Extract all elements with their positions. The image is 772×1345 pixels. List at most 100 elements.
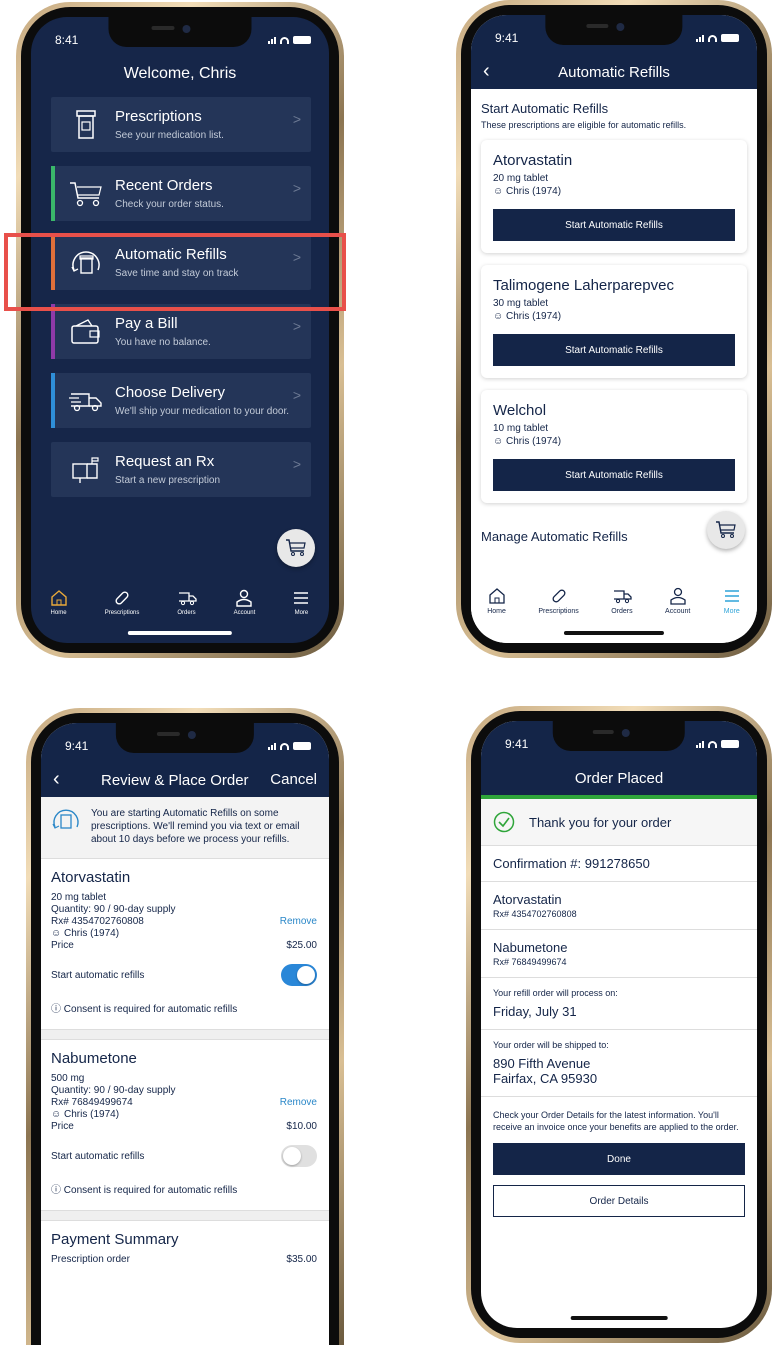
tab-prescriptions[interactable]: Prescriptions: [538, 587, 579, 615]
pill-icon: [552, 589, 566, 603]
page-title: Order Placed: [574, 769, 664, 787]
cart-button[interactable]: [277, 529, 315, 567]
drug-dose: 20 mg tablet: [51, 892, 107, 903]
start-refills-button[interactable]: Start Automatic Refills: [493, 459, 735, 491]
order-item: Nabumetone Rx# 76849499674: [481, 930, 757, 978]
menu-prescriptions[interactable]: Prescriptions See your medication list. >: [51, 97, 311, 152]
tab-prescriptions[interactable]: Prescriptions: [104, 589, 140, 616]
tab-more[interactable]: More: [292, 589, 310, 616]
back-chevron-icon[interactable]: ‹: [483, 60, 490, 83]
patient-name: Chris (1974): [64, 1109, 120, 1120]
menu-subtitle: See your medication list.: [115, 130, 224, 141]
drug-quantity: Quantity: 90 / 90-day supply: [51, 1085, 176, 1096]
menu-title: Prescriptions: [115, 108, 202, 125]
confirmation-row: Confirmation #: 991278650: [481, 846, 757, 882]
drug-dose: 30 mg tablet: [493, 298, 549, 309]
info-row: Check your Order Details for the latest …: [481, 1097, 757, 1143]
remove-link[interactable]: Remove: [280, 1097, 317, 1109]
remove-link[interactable]: Remove: [280, 916, 317, 928]
status-time: 9:41: [495, 31, 519, 45]
patient-name: Chris (1974): [506, 311, 562, 322]
person-icon: ☺: [493, 311, 506, 322]
ship-address-line2: Fairfax, CA 95930: [493, 1071, 598, 1086]
status-icons: [268, 36, 311, 44]
patient-row: ☺ Chris (1974): [493, 186, 735, 197]
tab-orders[interactable]: Orders: [611, 587, 633, 615]
drug-name: Nabumetone: [51, 1050, 137, 1067]
consent-text: Consent is required for automatic refill…: [63, 1004, 238, 1015]
start-refills-button[interactable]: Start Automatic Refills: [493, 209, 735, 241]
done-button[interactable]: Done: [493, 1143, 745, 1175]
menu-choose-delivery[interactable]: Choose Delivery We'll ship your medicatio…: [51, 373, 311, 428]
drug-name: Welchol: [493, 402, 547, 419]
drug-dose: 20 mg tablet: [493, 173, 549, 184]
price-value: $10.00: [286, 1121, 317, 1132]
tab-label: Account: [233, 610, 256, 616]
notch: [552, 721, 686, 751]
order-details-button[interactable]: Order Details: [493, 1185, 745, 1217]
cart-icon: [67, 177, 105, 211]
payment-title: Payment Summary: [51, 1231, 179, 1248]
welcome-screen: 8:41 Welcome, Chris Prescriptions See you…: [31, 17, 329, 643]
menu-recent-orders[interactable]: Recent Orders Check your order status. >: [51, 166, 311, 221]
tab-label: Prescriptions: [538, 608, 579, 615]
divider: [41, 1211, 329, 1221]
cart-icon: [716, 521, 736, 538]
order-item: Atorvastatin 20 mg tablet Quantity: 90 /…: [41, 859, 329, 1030]
start-refills-button[interactable]: Start Automatic Refills: [493, 334, 735, 366]
price-row: Price $10.00: [51, 1121, 317, 1133]
back-chevron-icon[interactable]: ‹: [53, 768, 60, 791]
review-order-screen: 9:41 ‹ Review & Place Order Cancel You a…: [41, 723, 329, 1345]
drug-dose: 10 mg tablet: [493, 423, 549, 434]
person-icon: ☺: [493, 186, 506, 197]
patient-row: ☺ Chris (1974): [51, 928, 317, 940]
phone-order-placed: 9:41 Order Placed Thank you for your ord…: [466, 706, 772, 1343]
menu-strip: [51, 304, 55, 359]
cart-icon: [286, 539, 306, 556]
menu-title: Choose Delivery: [115, 384, 226, 401]
tab-account[interactable]: Account: [233, 589, 256, 616]
tab-home[interactable]: Home: [50, 589, 68, 616]
shipping-row: Your order will be shipped to: 890 Fifth …: [481, 1030, 757, 1097]
chevron-right-icon: >: [292, 318, 301, 334]
tab-label: Prescriptions: [104, 610, 140, 616]
tab-more[interactable]: More: [723, 587, 741, 615]
status-icons: [696, 740, 739, 748]
menu-subtitle: Start a new prescription: [115, 475, 221, 486]
prescription-card: Atorvastatin 20 mg tablet ☺ Chris (1974)…: [481, 140, 747, 253]
cancel-button[interactable]: Cancel: [270, 771, 317, 788]
cart-button[interactable]: [707, 511, 745, 549]
auto-refill-toggle[interactable]: [281, 1145, 317, 1167]
menu-subtitle: You have no balance.: [115, 337, 211, 348]
tab-home[interactable]: Home: [487, 587, 506, 615]
menu-strip: [51, 166, 55, 221]
tab-label: Home: [50, 610, 67, 616]
toggle-knob: [297, 966, 315, 984]
menu-strip: [51, 373, 55, 428]
info-icon: ⓘ: [51, 1185, 64, 1196]
home-icon: [488, 588, 505, 604]
info-icon: ⓘ: [51, 1004, 64, 1015]
toggle-label: Start automatic refills: [51, 1150, 145, 1162]
rx-row: Rx# 76849499674 Remove: [51, 1097, 317, 1109]
auto-refill-toggle[interactable]: [281, 964, 317, 986]
tab-orders[interactable]: Orders: [177, 589, 197, 616]
order-item: Nabumetone 500 mg Quantity: 90 / 90-day …: [41, 1040, 329, 1211]
page-title: Welcome, Chris: [123, 65, 237, 82]
chevron-right-icon: >: [292, 111, 301, 127]
consent-note: ⓘ Consent is required for automatic refi…: [51, 1181, 317, 1196]
page-title: Review & Place Order: [101, 771, 249, 789]
tab-label: More: [294, 610, 309, 616]
menu-pay-bill[interactable]: Pay a Bill You have no balance. >: [51, 304, 311, 359]
rx-number: Rx# 76849499674: [51, 1097, 133, 1108]
payment-label: Prescription order: [51, 1254, 130, 1265]
notch: [545, 15, 683, 45]
menu-request-rx[interactable]: Request an Rx Start a new prescription >: [51, 442, 311, 497]
nav-header: ‹ Automatic Refills: [471, 55, 757, 89]
process-date-row: Your refill order will process on: Friday…: [481, 978, 757, 1030]
tab-account[interactable]: Account: [665, 587, 690, 615]
prescription-card: Talimogene Laherparepvec 30 mg tablet ☺ …: [481, 265, 747, 378]
ship-address-line1: 890 Fifth Avenue: [493, 1056, 591, 1071]
menu-subtitle: We'll ship your medication to your door.: [115, 406, 290, 417]
notch: [115, 723, 255, 753]
